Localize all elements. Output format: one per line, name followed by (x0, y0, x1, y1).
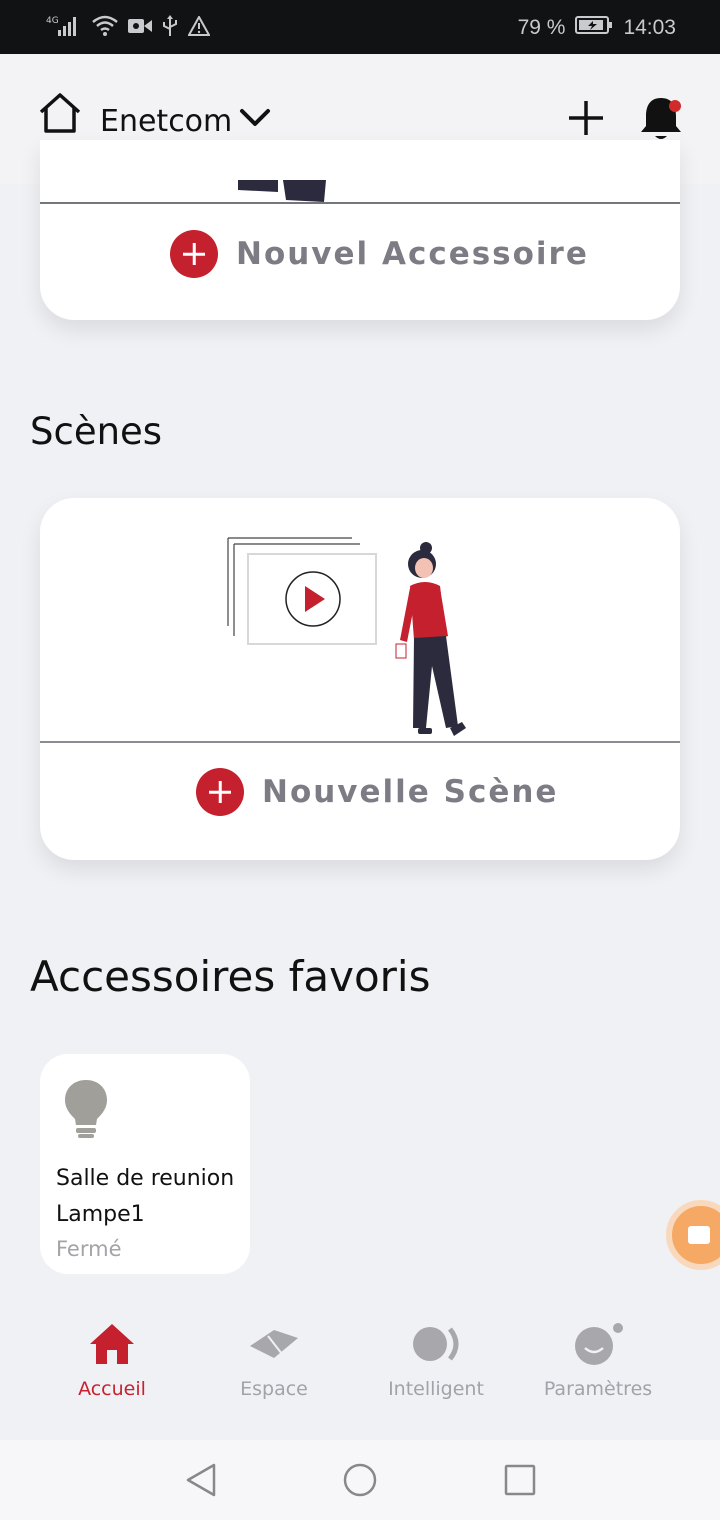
tab-label: Intelligent (388, 1378, 484, 1400)
home-selector-title[interactable]: Enetcom (100, 104, 232, 139)
warning-icon (187, 14, 211, 41)
favorite-room-label: Salle de reunion (56, 1166, 235, 1191)
accessories-illustration (238, 180, 326, 202)
scenes-title: Scènes (30, 410, 163, 453)
accessories-card: Nouvel Accessoire (40, 140, 680, 320)
video-camera-icon (688, 1226, 710, 1244)
wifi-icon (92, 15, 118, 42)
favorites-title: Accessoires favoris (30, 952, 431, 1001)
settings-face-icon (575, 1323, 623, 1365)
recents-icon[interactable] (504, 1462, 536, 1503)
add-accessory-button[interactable]: Nouvel Accessoire (170, 230, 589, 278)
notification-dot (669, 100, 681, 112)
card-divider (40, 741, 680, 743)
usb-icon (162, 14, 178, 42)
card-divider (40, 202, 680, 204)
add-icon[interactable] (566, 98, 606, 143)
status-bar: 4G 79 % 14:03 (0, 0, 720, 54)
home-circle-icon[interactable] (342, 1462, 378, 1503)
tab-label: Paramètres (543, 1378, 653, 1400)
favorite-accessory-name: Lampe1 (56, 1202, 145, 1227)
tab-accueil[interactable]: Accueil (32, 1320, 192, 1400)
plus-circle-icon (170, 230, 218, 278)
scene-illustration (227, 537, 466, 736)
home-outline-icon[interactable] (38, 92, 82, 139)
floating-record-button[interactable] (666, 1200, 720, 1270)
bottom-tab-bar: Accueil Espace Intelligent Paramètres (0, 1300, 720, 1440)
back-icon[interactable] (184, 1462, 218, 1503)
chevron-down-icon[interactable] (238, 106, 272, 135)
home-icon (90, 1324, 134, 1364)
add-scene-label: Nouvelle Scène (262, 774, 559, 810)
svg-text:4G: 4G (46, 16, 59, 26)
tab-espace[interactable]: Espace (194, 1320, 354, 1400)
favorite-accessory-status: Fermé (56, 1237, 122, 1261)
lightbulb-icon (64, 1078, 108, 1145)
smart-icon (413, 1327, 459, 1361)
add-accessory-label: Nouvel Accessoire (236, 236, 589, 272)
tab-label: Accueil (78, 1378, 146, 1400)
cell-signal-icon: 4G (46, 14, 82, 43)
battery-icon (575, 15, 613, 41)
favorite-accessory-card[interactable]: Salle de reunion Lampe1 Fermé (40, 1054, 250, 1274)
add-scene-button[interactable]: Nouvelle Scène (196, 768, 558, 816)
system-navigation-bar (0, 1440, 720, 1520)
tab-parametres[interactable]: Paramètres (518, 1320, 678, 1400)
video-record-icon (128, 17, 152, 40)
plus-circle-icon (196, 768, 244, 816)
tab-label: Espace (240, 1378, 308, 1400)
scenes-card: Nouvelle Scène (40, 498, 680, 860)
status-icons-right: 79 % 14:03 (518, 14, 676, 42)
tab-intelligent[interactable]: Intelligent (356, 1320, 516, 1400)
battery-percent: 79 % (517, 16, 566, 39)
clock: 14:03 (623, 16, 676, 39)
space-icon (250, 1330, 298, 1358)
status-icons-left: 4G (46, 14, 211, 43)
